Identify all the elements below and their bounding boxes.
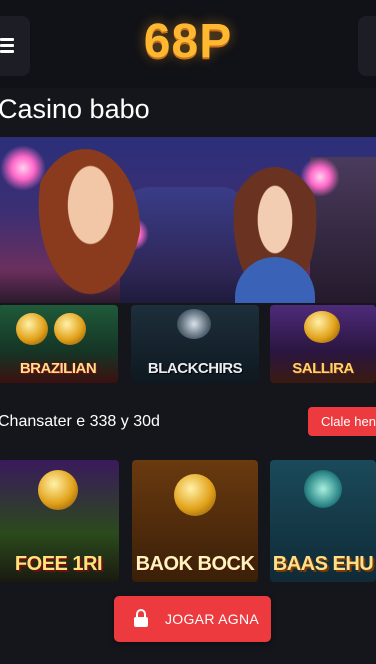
promo-button[interactable]: Clale hensa xyxy=(308,407,376,436)
right-header-button[interactable]: ⋮ xyxy=(358,16,376,76)
site-logo[interactable]: 68P xyxy=(0,14,376,69)
lock-icon xyxy=(134,609,148,627)
promo-text: Chansater e 338 y 30d xyxy=(0,413,160,430)
game-tile[interactable]: BAOK BOCK xyxy=(132,460,258,582)
emblem-icon xyxy=(174,474,216,516)
emblem-icon xyxy=(177,309,211,339)
play-button[interactable]: JOGAR AGNA xyxy=(114,596,271,642)
character-illustration xyxy=(30,149,140,303)
more-icon: ⋮ xyxy=(368,36,376,57)
play-button-label: JOGAR AGNA xyxy=(165,611,260,627)
game-tile[interactable]: BLACKCHIRS xyxy=(131,305,259,383)
game-title: BAOK BOCK xyxy=(135,553,255,575)
hero-banner[interactable] xyxy=(0,137,376,303)
game-title: ВRAZILIAN xyxy=(19,360,97,377)
top-bar: 68P ⋮ xyxy=(0,0,376,88)
coin-icon xyxy=(54,313,86,345)
emblem-icon xyxy=(304,311,340,343)
game-title: FOEE 1RI xyxy=(14,553,103,575)
game-title: BAAS EHU xyxy=(272,553,374,575)
coin-icon xyxy=(16,313,48,345)
emblem-icon xyxy=(304,470,342,508)
coin-icon xyxy=(38,470,78,510)
game-title: BLACKCHIRS xyxy=(147,360,243,377)
page-title: Casino babo xyxy=(0,94,150,124)
game-tile[interactable]: ВRAZILIAN xyxy=(0,305,118,383)
game-tile[interactable]: SALLIRA xyxy=(270,305,376,383)
game-title: SALLIRA xyxy=(292,360,354,377)
game-tile[interactable]: BAAS EHU xyxy=(270,460,376,582)
game-tile[interactable]: FOEE 1RI xyxy=(0,460,119,582)
